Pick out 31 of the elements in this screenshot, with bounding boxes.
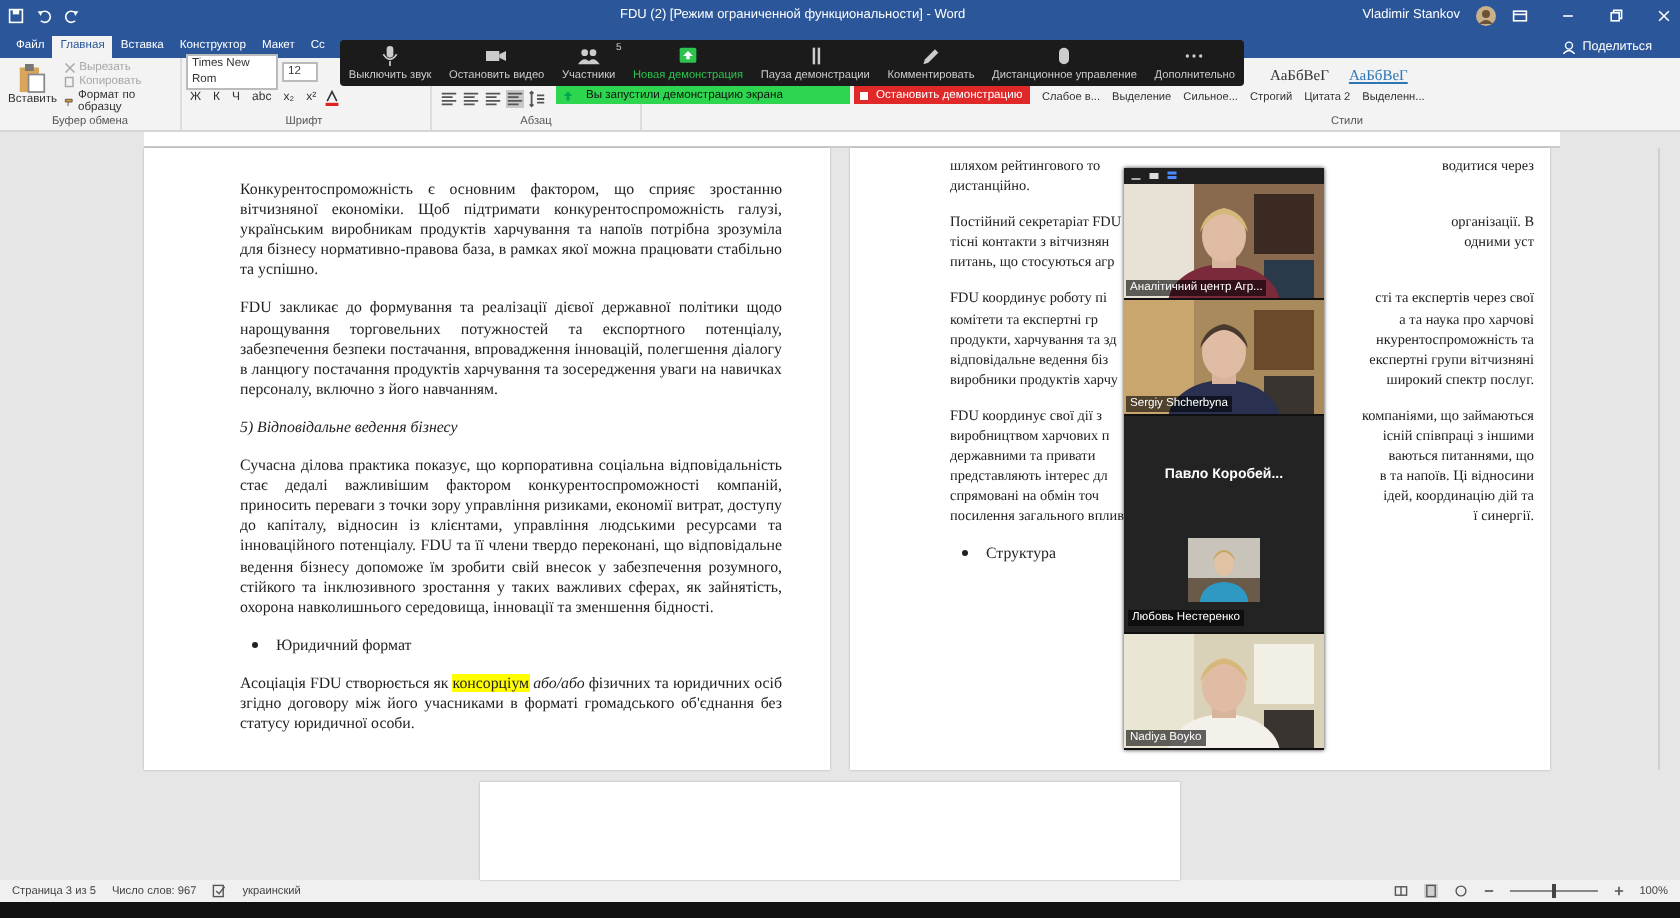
share-icon: [562, 89, 574, 101]
camera-icon[interactable]: [484, 45, 509, 65]
read-mode-icon[interactable]: [1393, 884, 1408, 898]
font-color-icon[interactable]: [324, 90, 341, 106]
align-icon[interactable]: [506, 89, 524, 107]
print-layout-icon[interactable]: [1423, 884, 1438, 898]
bullet-icon: [252, 642, 258, 649]
save-icon[interactable]: [8, 7, 24, 23]
ribbon-display-icon[interactable]: [1512, 7, 1528, 23]
zoom-out-icon[interactable]: [1483, 886, 1494, 896]
align-icon[interactable]: [484, 89, 502, 107]
line-spacing-icon[interactable]: [528, 89, 546, 107]
align-icon[interactable]: [440, 89, 458, 107]
restore-icon[interactable]: [1608, 7, 1624, 23]
brush-icon[interactable]: [63, 96, 74, 108]
people-icon[interactable]: [576, 45, 601, 65]
avatar-icon[interactable]: [1476, 5, 1496, 25]
pencil-icon[interactable]: [918, 45, 943, 65]
close-icon[interactable]: [1656, 7, 1672, 23]
person-icon[interactable]: [1562, 40, 1577, 54]
proofing-icon[interactable]: [212, 884, 227, 898]
undo-icon[interactable]: [36, 7, 52, 23]
microphone-icon[interactable]: [378, 45, 403, 65]
grid-icon[interactable]: [1166, 169, 1178, 182]
web-layout-icon[interactable]: [1453, 884, 1468, 898]
bullet-icon: [962, 550, 968, 557]
redo-icon[interactable]: [64, 7, 80, 23]
align-icon[interactable]: [462, 89, 480, 107]
zoom-in-icon[interactable]: [1613, 886, 1624, 896]
clipboard-icon[interactable]: [18, 62, 47, 94]
share-screen-icon[interactable]: [676, 45, 701, 65]
